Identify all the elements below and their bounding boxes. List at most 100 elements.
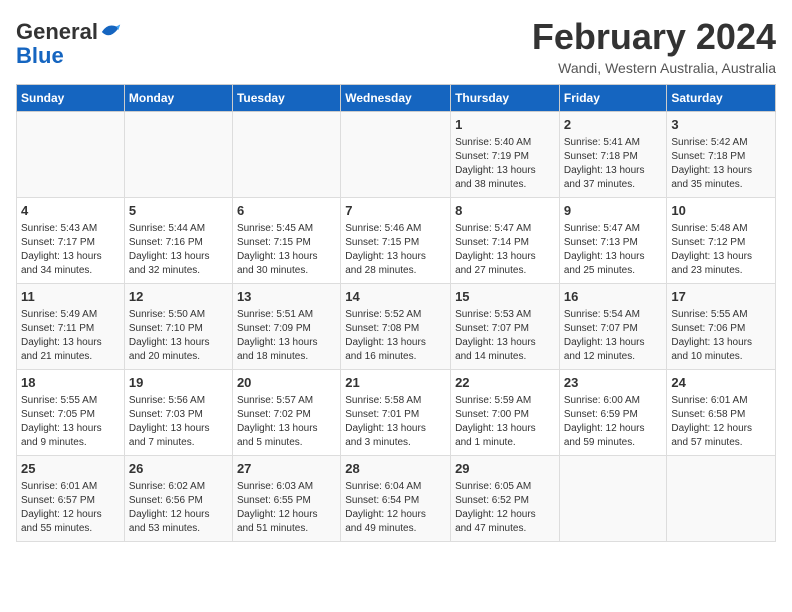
day-number: 22 bbox=[455, 374, 555, 392]
day-info: Sunrise: 5:49 AM Sunset: 7:11 PM Dayligh… bbox=[21, 308, 120, 364]
calendar-cell: 3 Sunrise: 5:42 AM Sunset: 7:18 PM Daylig… bbox=[667, 112, 776, 198]
day-info: Sunrise: 5:48 AM Sunset: 7:12 PM Dayligh… bbox=[671, 222, 771, 278]
day-info: Sunrise: 5:45 AM Sunset: 7:15 PM Dayligh… bbox=[237, 222, 336, 278]
calendar-cell: 20 Sunrise: 5:57 AM Sunset: 7:02 PM Dayli… bbox=[232, 370, 340, 456]
calendar-cell bbox=[341, 112, 451, 198]
day-info: Sunrise: 6:01 AM Sunset: 6:57 PM Dayligh… bbox=[21, 480, 120, 536]
col-header-tuesday: Tuesday bbox=[232, 85, 340, 112]
day-info: Sunrise: 6:03 AM Sunset: 6:55 PM Dayligh… bbox=[237, 480, 336, 536]
week-row-2: 4 Sunrise: 5:43 AM Sunset: 7:17 PM Daylig… bbox=[17, 198, 776, 284]
day-info: Sunrise: 6:05 AM Sunset: 6:52 PM Dayligh… bbox=[455, 480, 555, 536]
day-number: 13 bbox=[237, 288, 336, 306]
calendar-cell: 12 Sunrise: 5:50 AM Sunset: 7:10 PM Dayli… bbox=[124, 284, 232, 370]
day-number: 23 bbox=[564, 374, 663, 392]
day-number: 4 bbox=[21, 202, 120, 220]
day-number: 7 bbox=[345, 202, 446, 220]
calendar-cell: 23 Sunrise: 6:00 AM Sunset: 6:59 PM Dayli… bbox=[559, 370, 667, 456]
calendar-cell: 6 Sunrise: 5:45 AM Sunset: 7:15 PM Daylig… bbox=[232, 198, 340, 284]
day-info: Sunrise: 5:58 AM Sunset: 7:01 PM Dayligh… bbox=[345, 394, 446, 450]
calendar-cell: 9 Sunrise: 5:47 AM Sunset: 7:13 PM Daylig… bbox=[559, 198, 667, 284]
calendar-cell: 1Sunrise: 5:40 AM Sunset: 7:19 PM Daylig… bbox=[451, 112, 560, 198]
header-row: SundayMondayTuesdayWednesdayThursdayFrid… bbox=[17, 85, 776, 112]
day-number: 24 bbox=[671, 374, 771, 392]
week-row-4: 18Sunrise: 5:55 AM Sunset: 7:05 PM Dayli… bbox=[17, 370, 776, 456]
calendar-cell: 8Sunrise: 5:47 AM Sunset: 7:14 PM Daylig… bbox=[451, 198, 560, 284]
day-number: 12 bbox=[129, 288, 228, 306]
calendar-cell: 27 Sunrise: 6:03 AM Sunset: 6:55 PM Dayli… bbox=[232, 456, 340, 542]
calendar-cell: 15 Sunrise: 5:53 AM Sunset: 7:07 PM Dayli… bbox=[451, 284, 560, 370]
day-info: Sunrise: 5:46 AM Sunset: 7:15 PM Dayligh… bbox=[345, 222, 446, 278]
calendar-cell: 10 Sunrise: 5:48 AM Sunset: 7:12 PM Dayli… bbox=[667, 198, 776, 284]
day-number: 5 bbox=[129, 202, 228, 220]
calendar-cell: 21 Sunrise: 5:58 AM Sunset: 7:01 PM Dayli… bbox=[341, 370, 451, 456]
calendar-cell: 17 Sunrise: 5:55 AM Sunset: 7:06 PM Dayli… bbox=[667, 284, 776, 370]
day-number: 19 bbox=[129, 374, 228, 392]
day-number: 3 bbox=[671, 116, 771, 134]
day-info: Sunrise: 5:50 AM Sunset: 7:10 PM Dayligh… bbox=[129, 308, 228, 364]
col-header-sunday: Sunday bbox=[17, 85, 125, 112]
calendar-cell bbox=[124, 112, 232, 198]
day-info: Sunrise: 5:53 AM Sunset: 7:07 PM Dayligh… bbox=[455, 308, 555, 364]
day-number: 28 bbox=[345, 460, 446, 478]
day-number: 10 bbox=[671, 202, 771, 220]
day-number: 15 bbox=[455, 288, 555, 306]
col-header-wednesday: Wednesday bbox=[341, 85, 451, 112]
day-number: 20 bbox=[237, 374, 336, 392]
day-number: 2 bbox=[564, 116, 663, 134]
day-number: 9 bbox=[564, 202, 663, 220]
day-number: 21 bbox=[345, 374, 446, 392]
calendar-body: 1Sunrise: 5:40 AM Sunset: 7:19 PM Daylig… bbox=[17, 112, 776, 542]
calendar-cell: 4 Sunrise: 5:43 AM Sunset: 7:17 PM Daylig… bbox=[17, 198, 125, 284]
calendar-cell: 14Sunrise: 5:52 AM Sunset: 7:08 PM Dayli… bbox=[341, 284, 451, 370]
day-number: 16 bbox=[564, 288, 663, 306]
calendar-cell: 25Sunrise: 6:01 AM Sunset: 6:57 PM Dayli… bbox=[17, 456, 125, 542]
day-info: Sunrise: 5:44 AM Sunset: 7:16 PM Dayligh… bbox=[129, 222, 228, 278]
logo-blue-text: Blue bbox=[16, 43, 64, 68]
calendar-cell: 22Sunrise: 5:59 AM Sunset: 7:00 PM Dayli… bbox=[451, 370, 560, 456]
calendar-cell bbox=[17, 112, 125, 198]
calendar-cell: 7 Sunrise: 5:46 AM Sunset: 7:15 PM Daylig… bbox=[341, 198, 451, 284]
calendar-cell: 13Sunrise: 5:51 AM Sunset: 7:09 PM Dayli… bbox=[232, 284, 340, 370]
calendar-cell: 24 Sunrise: 6:01 AM Sunset: 6:58 PM Dayli… bbox=[667, 370, 776, 456]
day-info: Sunrise: 5:55 AM Sunset: 7:06 PM Dayligh… bbox=[671, 308, 771, 364]
day-info: Sunrise: 6:04 AM Sunset: 6:54 PM Dayligh… bbox=[345, 480, 446, 536]
calendar-cell: 5 Sunrise: 5:44 AM Sunset: 7:16 PM Daylig… bbox=[124, 198, 232, 284]
day-info: Sunrise: 5:41 AM Sunset: 7:18 PM Dayligh… bbox=[564, 136, 663, 192]
day-number: 27 bbox=[237, 460, 336, 478]
day-number: 17 bbox=[671, 288, 771, 306]
calendar-cell: 11Sunrise: 5:49 AM Sunset: 7:11 PM Dayli… bbox=[17, 284, 125, 370]
day-number: 26 bbox=[129, 460, 228, 478]
logo-general-text: General bbox=[16, 20, 98, 44]
calendar-cell: 2 Sunrise: 5:41 AM Sunset: 7:18 PM Daylig… bbox=[559, 112, 667, 198]
day-info: Sunrise: 5:52 AM Sunset: 7:08 PM Dayligh… bbox=[345, 308, 446, 364]
logo: General Blue bbox=[16, 20, 122, 68]
day-info: Sunrise: 6:01 AM Sunset: 6:58 PM Dayligh… bbox=[671, 394, 771, 450]
col-header-monday: Monday bbox=[124, 85, 232, 112]
week-row-1: 1Sunrise: 5:40 AM Sunset: 7:19 PM Daylig… bbox=[17, 112, 776, 198]
day-number: 6 bbox=[237, 202, 336, 220]
day-info: Sunrise: 5:47 AM Sunset: 7:13 PM Dayligh… bbox=[564, 222, 663, 278]
calendar-cell bbox=[559, 456, 667, 542]
day-number: 8 bbox=[455, 202, 555, 220]
calendar-cell: 19 Sunrise: 5:56 AM Sunset: 7:03 PM Dayli… bbox=[124, 370, 232, 456]
day-info: Sunrise: 5:56 AM Sunset: 7:03 PM Dayligh… bbox=[129, 394, 228, 450]
day-info: Sunrise: 5:42 AM Sunset: 7:18 PM Dayligh… bbox=[671, 136, 771, 192]
day-info: Sunrise: 5:40 AM Sunset: 7:19 PM Dayligh… bbox=[455, 136, 555, 192]
calendar-cell: 28 Sunrise: 6:04 AM Sunset: 6:54 PM Dayli… bbox=[341, 456, 451, 542]
calendar-cell: 29Sunrise: 6:05 AM Sunset: 6:52 PM Dayli… bbox=[451, 456, 560, 542]
page-header: General Blue February 2024 Wandi, Wester… bbox=[16, 16, 776, 76]
week-row-3: 11Sunrise: 5:49 AM Sunset: 7:11 PM Dayli… bbox=[17, 284, 776, 370]
calendar-cell: 16Sunrise: 5:54 AM Sunset: 7:07 PM Dayli… bbox=[559, 284, 667, 370]
day-info: Sunrise: 5:43 AM Sunset: 7:17 PM Dayligh… bbox=[21, 222, 120, 278]
calendar-cell bbox=[232, 112, 340, 198]
calendar-cell bbox=[667, 456, 776, 542]
day-info: Sunrise: 6:00 AM Sunset: 6:59 PM Dayligh… bbox=[564, 394, 663, 450]
logo-icon bbox=[100, 21, 122, 43]
week-row-5: 25Sunrise: 6:01 AM Sunset: 6:57 PM Dayli… bbox=[17, 456, 776, 542]
day-info: Sunrise: 5:55 AM Sunset: 7:05 PM Dayligh… bbox=[21, 394, 120, 450]
calendar-cell: 26 Sunrise: 6:02 AM Sunset: 6:56 PM Dayli… bbox=[124, 456, 232, 542]
day-info: Sunrise: 5:57 AM Sunset: 7:02 PM Dayligh… bbox=[237, 394, 336, 450]
calendar-header: SundayMondayTuesdayWednesdayThursdayFrid… bbox=[17, 85, 776, 112]
title-block: February 2024 Wandi, Western Australia, … bbox=[532, 16, 776, 76]
day-info: Sunrise: 6:02 AM Sunset: 6:56 PM Dayligh… bbox=[129, 480, 228, 536]
